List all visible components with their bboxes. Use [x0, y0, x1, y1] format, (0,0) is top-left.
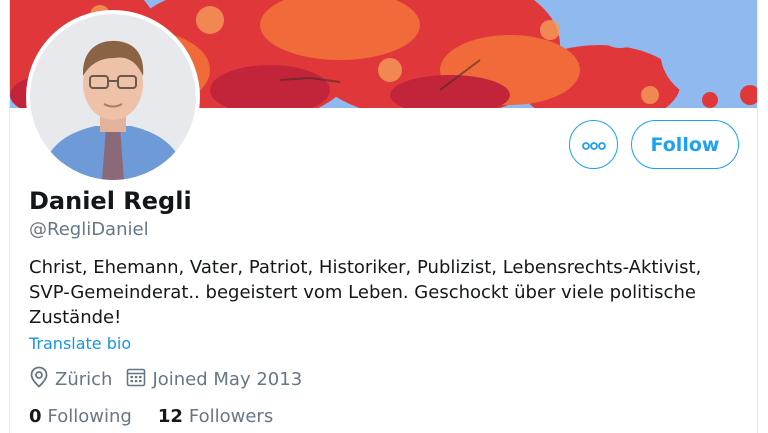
followers-label: Followers — [188, 405, 274, 427]
joined-item: Joined May 2013 — [126, 367, 302, 392]
profile-bio: Christ, Ehemann, Vater, Patriot, Histori… — [29, 257, 702, 328]
followers-count: 12 — [157, 405, 183, 427]
translate-bio-link[interactable]: Translate bio — [29, 334, 131, 353]
location-pin-icon — [29, 366, 55, 393]
calendar-icon — [126, 367, 152, 392]
following-count: 0 — [29, 405, 42, 427]
following-link[interactable]: 0 Following — [29, 406, 132, 427]
profile-avatar[interactable] — [26, 10, 200, 184]
location-item: Zürich — [29, 366, 112, 393]
profile-name: Daniel Regli — [29, 187, 192, 215]
location-text: Zürich — [55, 368, 113, 390]
more-options-button[interactable] — [569, 120, 618, 169]
profile-meta: Zürich Joined May 2013 — [29, 366, 316, 393]
profile-handle[interactable]: @RegliDaniel — [29, 219, 149, 240]
profile-stats: 0 Following 12 Followers — [29, 404, 299, 428]
follow-button[interactable]: Follow — [631, 120, 739, 169]
follow-button-label: Follow — [650, 133, 720, 156]
followers-link[interactable]: 12 Followers — [158, 406, 273, 427]
joined-text: Joined May 2013 — [152, 368, 303, 390]
following-label: Following — [47, 405, 132, 427]
more-options-icon — [581, 135, 606, 154]
